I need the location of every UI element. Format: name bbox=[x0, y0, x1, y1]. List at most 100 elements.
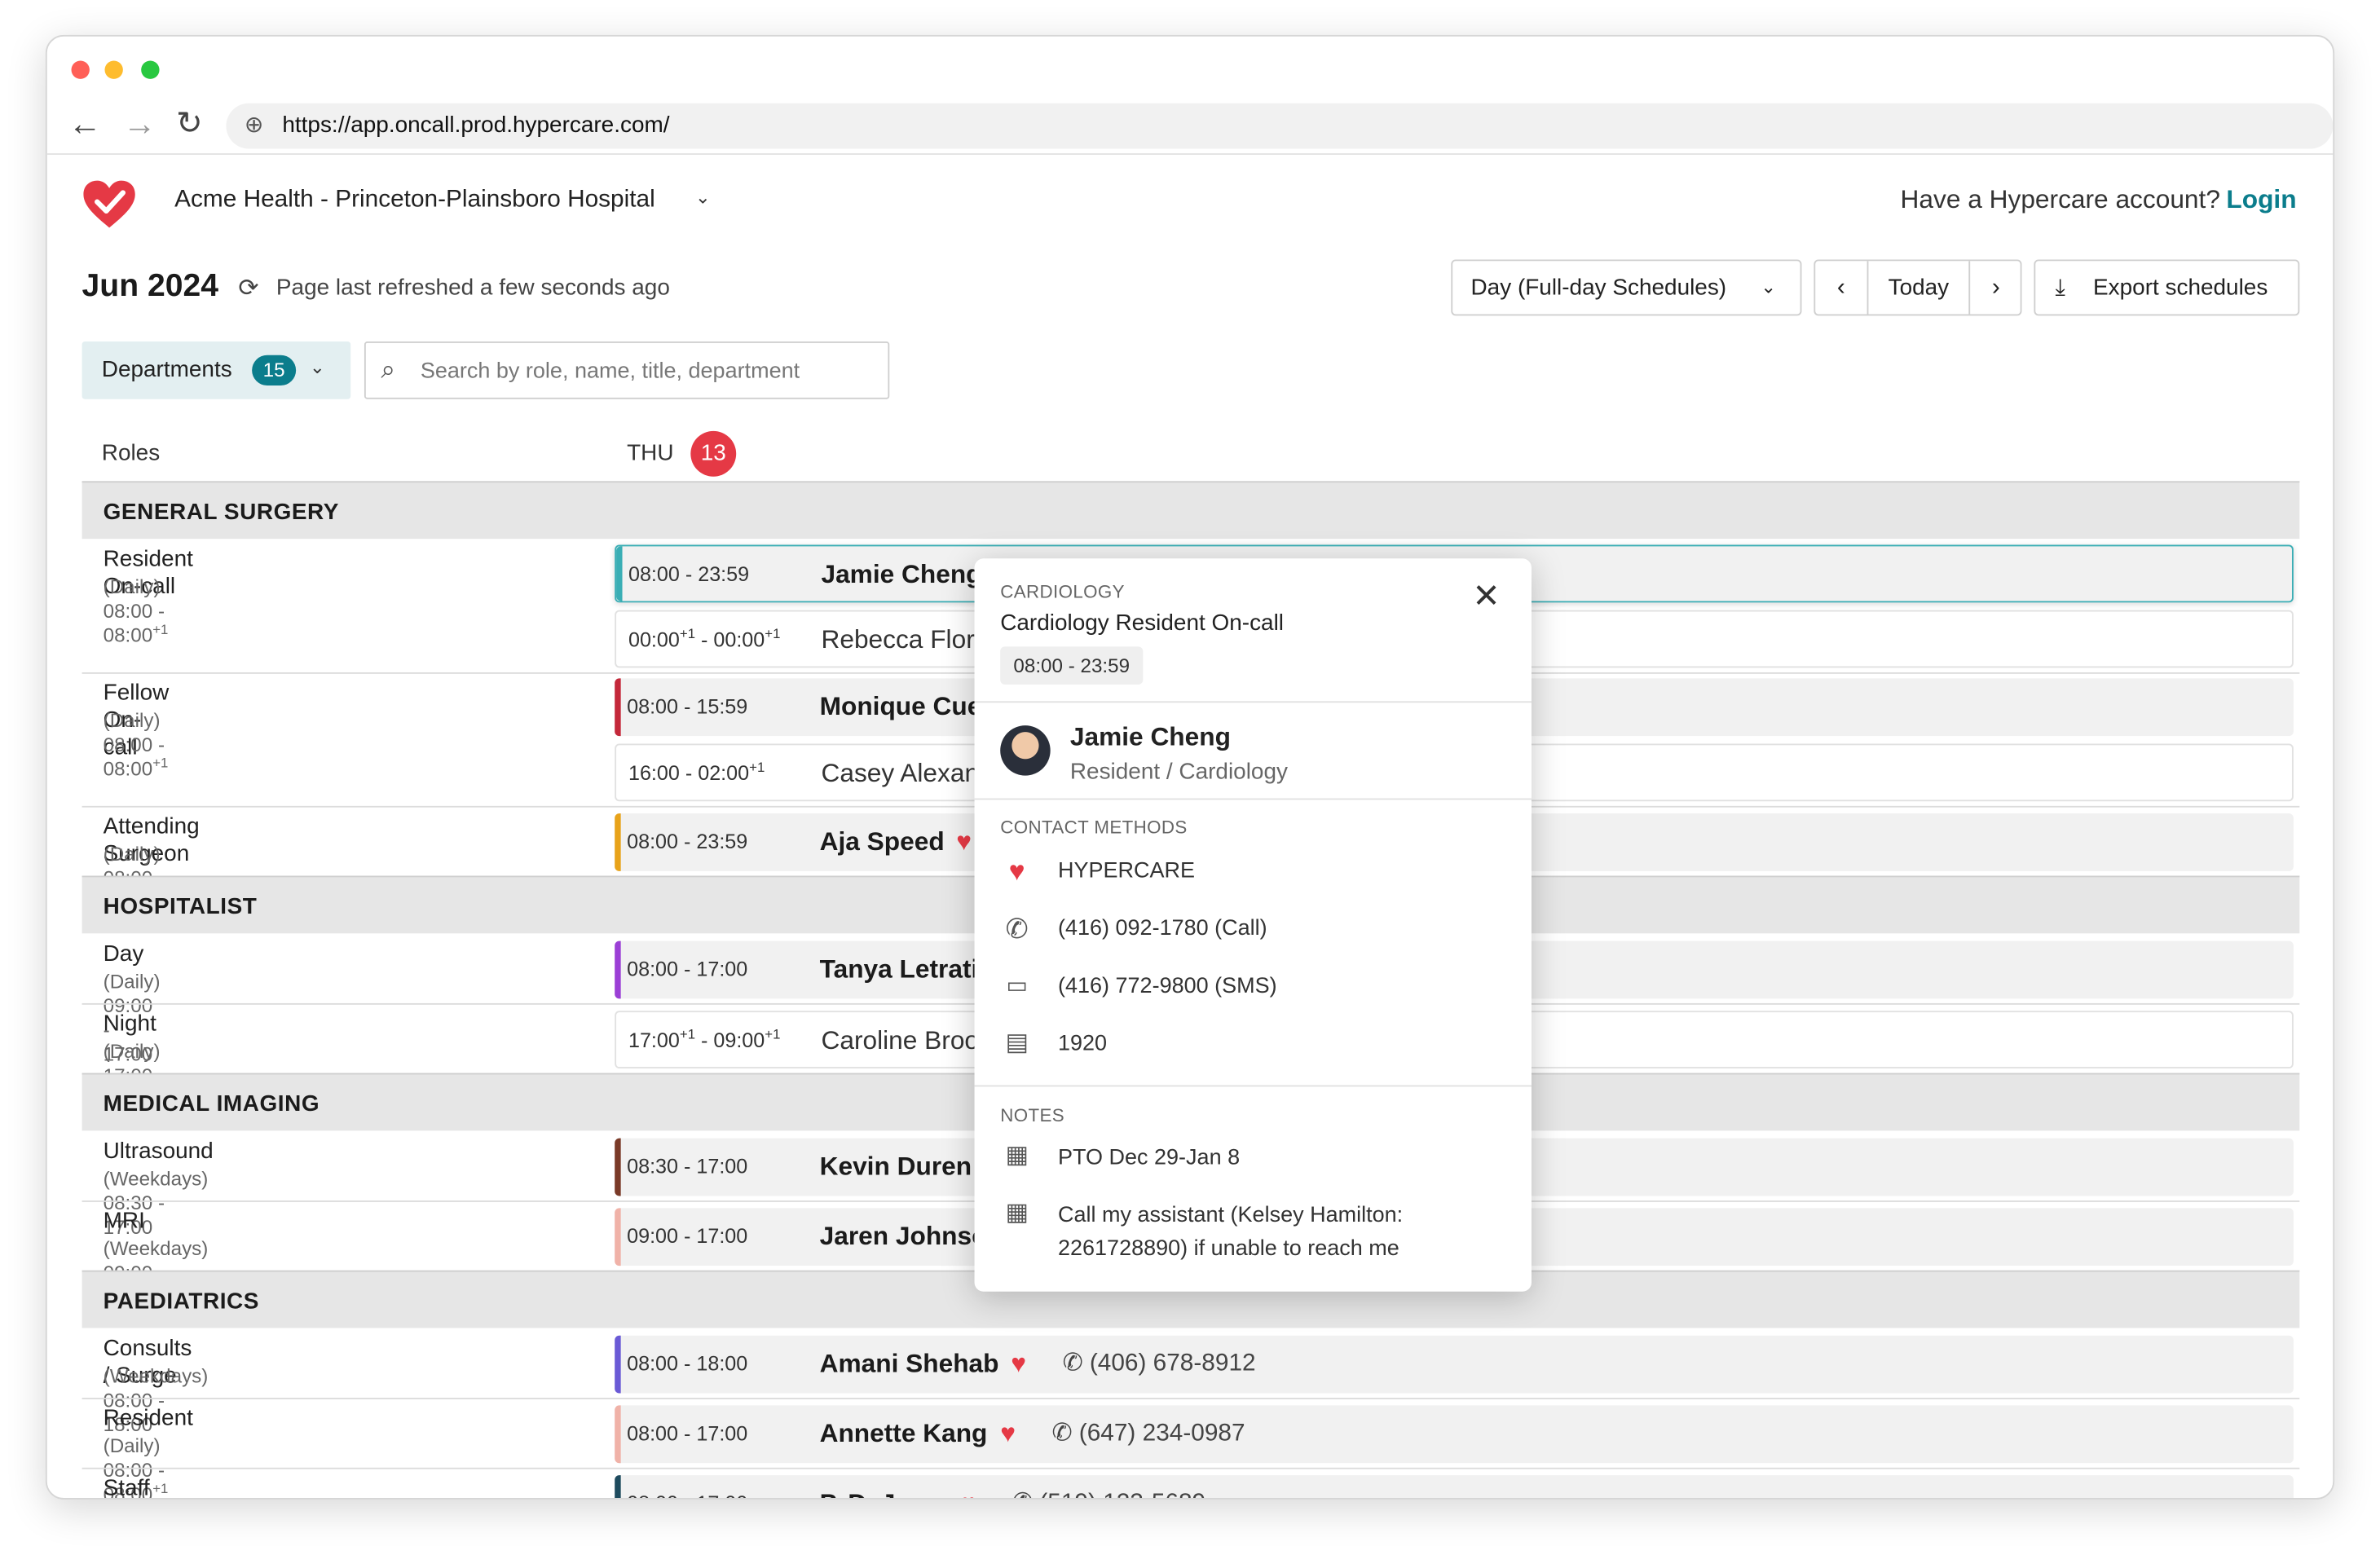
roles-column-header: Roles bbox=[101, 440, 161, 466]
search-box: ⌕ bbox=[364, 341, 890, 399]
shift-person-name[interactable]: Amani Shehab bbox=[820, 1350, 999, 1380]
shift-time: 08:30 - 17:00 bbox=[627, 1155, 748, 1178]
today-button[interactable]: Today bbox=[1868, 261, 1968, 314]
shift-time-part: 00:00 bbox=[628, 628, 680, 651]
refresh-icon[interactable]: ⟳ bbox=[238, 273, 258, 303]
shift-time-part: 17:00 bbox=[628, 1029, 680, 1052]
shift-phone-number: (519) 123-5689 bbox=[1039, 1491, 1205, 1498]
shift-person-name[interactable]: Kevin Duren bbox=[820, 1152, 972, 1182]
previous-day-button[interactable]: ‹ bbox=[1815, 261, 1869, 315]
hypercare-heart-icon: ♥ bbox=[1000, 1419, 1016, 1448]
popup-department: CARDIOLOGY bbox=[1000, 581, 1125, 603]
back-arrow-icon[interactable]: ← bbox=[68, 107, 102, 140]
sms-icon: ▭ bbox=[1006, 972, 1028, 999]
hypercare-heart-icon: ♥ bbox=[956, 826, 972, 857]
today-date-badge: 13 bbox=[690, 430, 737, 477]
popup-person-name: Jamie Cheng bbox=[1069, 722, 1231, 751]
shift-person-name[interactable]: Annette Kang bbox=[820, 1419, 988, 1449]
departments-label: Departments bbox=[101, 356, 232, 383]
browser-divider bbox=[46, 153, 2334, 155]
role-name: Day bbox=[103, 940, 144, 967]
search-icon: ⌕ bbox=[381, 355, 396, 385]
maximize-window-dot[interactable] bbox=[141, 60, 160, 79]
url-text[interactable]: https://app.oncall.prod.hypercare.com/ bbox=[282, 112, 669, 140]
address-bar[interactable]: ⊕ https://app.oncall.prod.hypercare.com/ bbox=[226, 103, 2334, 149]
minimize-window-dot[interactable] bbox=[104, 60, 123, 79]
shift-time-part: 16:00 - 02:00 bbox=[628, 761, 750, 785]
shift-phone[interactable]: ✆ (519) 123-5689 bbox=[1012, 1489, 1205, 1498]
shift-phone[interactable]: ✆ (406) 678-8912 bbox=[1063, 1350, 1256, 1380]
shift-row[interactable]: 08:00 - 17:00 P. D. Jones ♥ ✆ (519) 123-568… bbox=[615, 1475, 2294, 1499]
shift-color-bar bbox=[615, 813, 621, 871]
shift-person-name[interactable]: Tanya Letrati bbox=[820, 954, 979, 985]
current-month: Jun 2024 bbox=[82, 268, 218, 304]
popup-shift-time: 08:00 - 23:59 bbox=[1000, 646, 1144, 685]
download-icon: ⤓ bbox=[2055, 275, 2065, 301]
shift-person-name[interactable]: Jamie Cheng bbox=[821, 560, 981, 590]
shift-time: 09:00 - 17:00 bbox=[627, 1224, 748, 1248]
section-header: GENERAL SURGERY bbox=[82, 481, 2300, 540]
organization-selector[interactable]: Acme Health - Princeton-Plainsboro Hospi… bbox=[174, 185, 655, 215]
shift-phone[interactable]: ✆ (647) 234-0987 bbox=[1052, 1419, 1245, 1449]
shift-time-part: - 00:00 bbox=[695, 628, 765, 651]
close-icon[interactable]: ✕ bbox=[1472, 579, 1500, 613]
contact-sms[interactable]: (416) 772-9800 (SMS) bbox=[1058, 971, 1277, 1002]
role-schedule: (Daily) 08:00 - 08:00+1 bbox=[104, 709, 169, 782]
shift-person-name[interactable]: P. D. Jones bbox=[820, 1489, 956, 1498]
shift-color-bar bbox=[615, 940, 621, 999]
shift-color-bar bbox=[615, 1475, 621, 1499]
shift-time: 08:00 - 23:59 bbox=[628, 562, 750, 586]
role-name: Ultrasound bbox=[103, 1138, 214, 1165]
shift-color-bar bbox=[615, 678, 621, 737]
calendar-note-icon: ▦ bbox=[1005, 1143, 1029, 1169]
shift-time: 08:00 - 17:00 bbox=[627, 958, 748, 981]
view-select-label: Day (Full-day Schedules) bbox=[1470, 275, 1727, 301]
shift-time: 08:00 - 15:59 bbox=[627, 694, 748, 718]
popup-role-title: Cardiology Resident On-call bbox=[1000, 610, 1285, 637]
contact-pager[interactable]: 1920 bbox=[1058, 1029, 1107, 1059]
next-day-marker: +1 bbox=[749, 760, 765, 775]
hypercare-logo-icon bbox=[83, 180, 135, 228]
shift-details-popup: CARDIOLOGY Cardiology Resident On-call 0… bbox=[974, 558, 1532, 1292]
shift-person-name[interactable]: Aja Speed bbox=[820, 827, 945, 857]
phone-icon: ✆ bbox=[1012, 1491, 1039, 1498]
reload-icon[interactable]: ↻ bbox=[176, 108, 203, 139]
shift-time-part: - 09:00 bbox=[695, 1029, 765, 1052]
shift-color-bar bbox=[615, 1138, 621, 1196]
popup-person-role: Resident / Cardiology bbox=[1069, 759, 1288, 785]
contact-phone[interactable]: (416) 092-1780 (Call) bbox=[1058, 914, 1267, 944]
chevron-down-icon[interactable]: ⌄ bbox=[695, 187, 711, 208]
note-item: PTO Dec 29-Jan 8 bbox=[1057, 1145, 1241, 1170]
chevron-down-icon: ⌄ bbox=[1761, 275, 1776, 297]
contact-hypercare[interactable]: HYPERCARE bbox=[1058, 856, 1195, 886]
next-day-button[interactable]: › bbox=[1968, 261, 2021, 315]
note-item: Call my assistant (Kelsey Hamilton: 2261… bbox=[1057, 1203, 1404, 1262]
role-divider bbox=[82, 1398, 2300, 1399]
hypercare-heart-icon: ♥ bbox=[961, 1489, 976, 1498]
close-window-dot[interactable] bbox=[71, 60, 90, 79]
role-name: Night bbox=[103, 1011, 156, 1037]
shift-time: 00:00+1 - 00:00+1 bbox=[628, 627, 780, 653]
refresh-status: Page last refreshed a few seconds ago bbox=[275, 275, 670, 301]
account-prompt-text: Have a Hypercare account? bbox=[1900, 185, 2220, 214]
section-title: PAEDIATRICS bbox=[103, 1288, 259, 1315]
login-link[interactable]: Login bbox=[2226, 185, 2296, 214]
site-info-icon[interactable]: ⊕ bbox=[245, 112, 263, 140]
departments-filter[interactable]: Departments 15 ⌄ bbox=[82, 341, 351, 399]
shift-row[interactable]: 08:00 - 17:00 Annette Kang ♥ ✆ (647) 234-09… bbox=[615, 1405, 2294, 1464]
forward-arrow-icon[interactable]: → bbox=[123, 107, 156, 140]
shift-phone-number: (647) 234-0987 bbox=[1078, 1421, 1245, 1447]
role-name: Staff bbox=[103, 1475, 150, 1500]
next-day-marker: +1 bbox=[152, 1480, 169, 1496]
shift-row[interactable]: 08:00 - 18:00 Amani Shehab ♥ ✆ (406) 678-89… bbox=[615, 1335, 2294, 1394]
search-input[interactable] bbox=[420, 356, 876, 387]
view-select[interactable]: Day (Full-day Schedules) ⌄ bbox=[1451, 259, 1802, 316]
export-schedules-button[interactable]: ⤓ Export schedules bbox=[2034, 259, 2300, 316]
popup-divider bbox=[974, 701, 1532, 703]
account-prompt: Have a Hypercare account? Login bbox=[1901, 185, 2297, 215]
next-day-marker: +1 bbox=[152, 755, 169, 771]
next-day-marker: +1 bbox=[765, 1026, 781, 1042]
shift-time: 16:00 - 02:00+1 bbox=[628, 760, 765, 786]
pager-icon: ▤ bbox=[1005, 1030, 1029, 1057]
section-title: MEDICAL IMAGING bbox=[103, 1090, 320, 1117]
